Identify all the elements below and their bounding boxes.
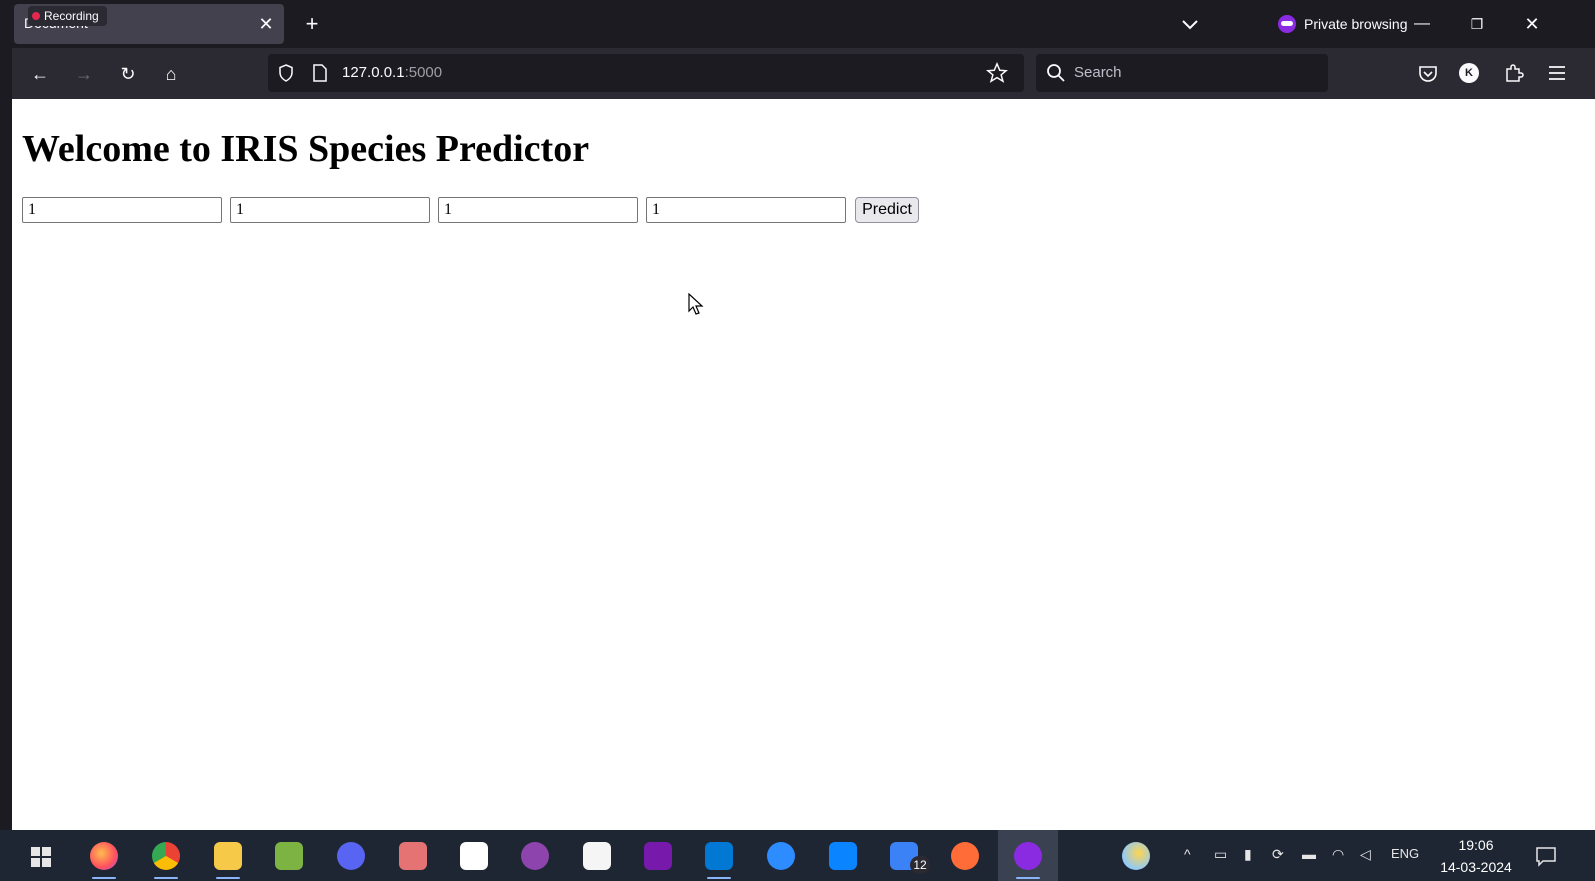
paint-app-icon[interactable]	[399, 842, 427, 870]
onenote-icon[interactable]	[644, 842, 672, 870]
todo-badge: 12	[910, 856, 930, 874]
system-clock[interactable]: 19:06 14-03-2024	[1436, 834, 1516, 878]
private-browsing-label: Private browsing	[1304, 16, 1408, 32]
clock-time: 19:06	[1458, 837, 1494, 853]
recording-badge: Recording	[28, 6, 107, 26]
private-firefox-icon[interactable]	[1014, 842, 1042, 870]
notion-icon[interactable]	[460, 842, 488, 870]
chevron-up-icon[interactable]: ^	[1184, 846, 1191, 862]
recording-dot-icon	[32, 12, 40, 20]
wifi-icon[interactable]: ◠	[1332, 846, 1344, 863]
zoom-icon[interactable]	[767, 842, 795, 870]
notifications-icon[interactable]	[1535, 845, 1557, 867]
predict-button[interactable]: Predict	[855, 197, 919, 223]
private-browsing-indicator: Private browsing	[1278, 12, 1408, 36]
new-tab-button[interactable]: +	[298, 10, 326, 38]
close-tab-icon[interactable]: ✕	[254, 12, 278, 36]
address-bar[interactable]: 127.0.0.1:5000	[268, 54, 1024, 92]
volume-icon[interactable]: ◁	[1360, 846, 1371, 863]
chevron-down-icon[interactable]	[1178, 12, 1202, 36]
chrome-icon[interactable]	[152, 842, 180, 870]
private-mask-icon	[1278, 15, 1296, 33]
sepal-length-input[interactable]	[22, 197, 222, 223]
spreadsheet-app-icon[interactable]	[275, 842, 303, 870]
github-desktop-icon[interactable]	[521, 842, 549, 870]
vscode-active-indicator	[707, 877, 731, 879]
menu-hamburger-icon[interactable]	[1547, 63, 1567, 83]
mouse-cursor-icon	[688, 293, 704, 315]
tab-strip: Document ✕ Recording + Private browsing …	[12, 0, 1595, 48]
discord-icon[interactable]	[337, 842, 365, 870]
url-port: :5000	[404, 64, 443, 81]
close-window-button[interactable]: ✕	[1518, 10, 1546, 38]
vscode-icon[interactable]	[705, 842, 733, 870]
chrome-active-indicator	[154, 877, 178, 879]
search-placeholder: Search	[1074, 64, 1122, 81]
page-icon[interactable]	[312, 64, 328, 82]
petal-length-input[interactable]	[438, 197, 638, 223]
sync-icon[interactable]: ⟳	[1272, 846, 1284, 863]
url-host: 127.0.0.1	[342, 64, 405, 81]
camera-icon[interactable]: ▭	[1214, 846, 1227, 863]
bookmark-star-icon[interactable]	[986, 62, 1008, 84]
microphone-icon[interactable]: ▮	[1244, 846, 1252, 863]
navigation-toolbar: ← → ↻ ⌂ 127.0.0.1:5000 Search K	[12, 48, 1595, 99]
petal-width-input[interactable]	[646, 197, 846, 223]
restore-button[interactable]: ❐	[1463, 10, 1491, 38]
clock-date: 14-03-2024	[1440, 859, 1512, 875]
url-text[interactable]: 127.0.0.1:5000	[342, 64, 442, 81]
page-title: Welcome to IRIS Species Predictor	[22, 128, 590, 170]
recording-label: Recording	[44, 9, 99, 23]
remote-desktop-icon[interactable]	[829, 842, 857, 870]
reload-button[interactable]: ↻	[114, 60, 142, 88]
back-button[interactable]: ←	[26, 60, 54, 88]
private-firefox-active-indicator	[1016, 877, 1040, 879]
home-button[interactable]: ⌂	[157, 60, 185, 88]
sepal-width-input[interactable]	[230, 197, 430, 223]
firefox-icon[interactable]	[90, 842, 118, 870]
search-icon	[1047, 64, 1065, 82]
page-viewport: Welcome to IRIS Species Predictor Predic…	[12, 99, 1595, 830]
windows-start-icon[interactable]	[30, 846, 52, 868]
firefox-active-indicator	[92, 877, 116, 879]
search-bar[interactable]: Search	[1036, 54, 1328, 92]
writer-app-icon[interactable]	[583, 842, 611, 870]
language-indicator[interactable]: ENG	[1391, 846, 1419, 861]
windows-taskbar: 12 ^ ▭ ▮ ⟳ ▬ ◠ ◁ ENG 19:06 14-03-2024	[0, 830, 1595, 881]
browser-window: Document ✕ Recording + Private browsing …	[0, 0, 1595, 881]
forward-button[interactable]: →	[70, 60, 98, 88]
extensions-puzzle-icon[interactable]	[1503, 62, 1525, 84]
battery-icon[interactable]: ▬	[1302, 846, 1316, 862]
explorer-active-indicator	[216, 877, 240, 879]
weather-icon[interactable]	[1122, 842, 1150, 870]
account-avatar[interactable]: K	[1459, 63, 1479, 83]
minimize-button[interactable]: —	[1408, 10, 1436, 38]
pocket-icon[interactable]	[1417, 63, 1439, 85]
shield-icon[interactable]	[276, 63, 296, 83]
file-explorer-icon[interactable]	[214, 842, 242, 870]
postman-icon[interactable]	[951, 842, 979, 870]
